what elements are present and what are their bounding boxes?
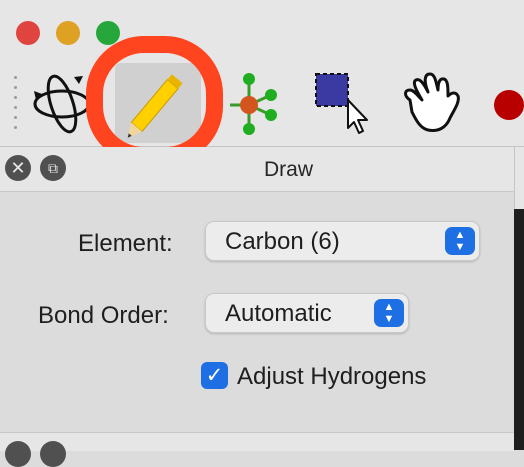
selection-rectangle-icon bbox=[315, 73, 368, 134]
element-value: Carbon (6) bbox=[225, 228, 340, 255]
adjust-hydrogens-checkbox[interactable]: ✓ bbox=[201, 362, 228, 389]
minimize-window-button[interactable] bbox=[56, 21, 80, 45]
bond-order-label: Bond Order: bbox=[38, 302, 169, 329]
close-icon: ✕ bbox=[10, 158, 26, 178]
next-panel-header bbox=[0, 432, 514, 467]
chevron-up-icon: ▲ bbox=[454, 229, 466, 241]
bond-order-select[interactable]: Automatic ▲ ▼ bbox=[205, 293, 409, 333]
close-window-button[interactable] bbox=[16, 21, 40, 45]
navigate-tool-button[interactable] bbox=[30, 70, 94, 138]
panel-title: Draw bbox=[264, 158, 314, 181]
element-label: Element: bbox=[78, 230, 173, 257]
atom-tool-button[interactable] bbox=[494, 88, 524, 122]
panel-close-button[interactable]: ✕ bbox=[5, 155, 31, 181]
molecule-manipulate-icon bbox=[230, 73, 277, 135]
next-panel-close-button[interactable] bbox=[5, 441, 31, 467]
red-atom-icon bbox=[494, 90, 524, 120]
chevron-down-icon: ▼ bbox=[383, 313, 395, 325]
element-select[interactable]: Carbon (6) ▲ ▼ bbox=[205, 221, 480, 261]
hand-tool-button[interactable] bbox=[400, 70, 470, 136]
window-titlebar bbox=[0, 0, 524, 64]
zoom-window-button[interactable] bbox=[96, 21, 120, 45]
draw-panel-header: ✕ ⧉ Draw bbox=[0, 147, 514, 192]
adjacent-view-edge bbox=[514, 147, 524, 450]
adjust-hydrogens-label: Adjust Hydrogens bbox=[237, 363, 427, 390]
hand-icon bbox=[404, 72, 460, 132]
manipulate-tool-button[interactable] bbox=[226, 72, 282, 136]
next-panel-float-button[interactable] bbox=[40, 441, 66, 467]
bond-order-stepper[interactable]: ▲ ▼ bbox=[374, 299, 404, 327]
highlight-ring bbox=[86, 36, 223, 164]
bond-order-value: Automatic bbox=[225, 300, 332, 327]
navigate-rotate-icon bbox=[33, 74, 91, 134]
element-stepper[interactable]: ▲ ▼ bbox=[445, 227, 475, 255]
panel-float-button[interactable]: ⧉ bbox=[40, 155, 66, 181]
float-icon: ⧉ bbox=[48, 160, 58, 176]
chevron-down-icon: ▼ bbox=[454, 241, 466, 253]
checkmark-icon: ✓ bbox=[205, 363, 224, 387]
selection-tool-button[interactable] bbox=[312, 70, 372, 136]
chevron-up-icon: ▲ bbox=[383, 301, 395, 313]
toolbar-grip[interactable] bbox=[13, 76, 19, 129]
